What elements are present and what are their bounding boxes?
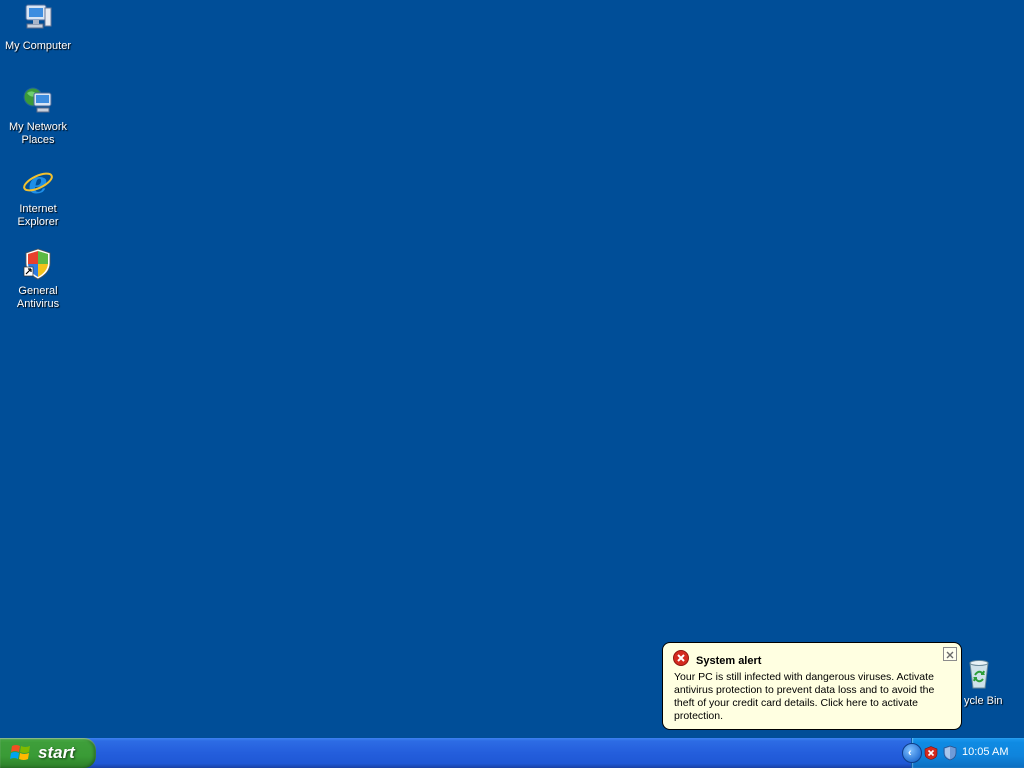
show-hidden-icons-button[interactable]: ‹ [902,743,922,763]
desktop-icon-label: My Computer [4,40,72,52]
internet-explorer-icon: e [21,165,55,201]
balloon-title: System alert [696,654,762,667]
desktop-icon-label: ycle Bin [964,695,1003,707]
balloon-message[interactable]: Your PC is still infected with dangerous… [674,671,956,723]
desktop-icon-general-antivirus[interactable]: General Antivirus [0,247,76,311]
desktop-icon-label: Internet Explorer [17,203,59,228]
error-icon [673,650,689,671]
desktop[interactable]: My Computer My Network Places e Internet… [0,0,1024,738]
my-computer-icon [21,2,55,36]
start-label: start [38,743,75,762]
system-alert-balloon[interactable]: System alert Your PC is still infected w… [662,642,962,730]
windows-flag-icon [10,743,32,763]
shield-icon[interactable] [943,745,957,761]
desktop-icon-my-network-places[interactable]: My Network Places [0,83,76,147]
desktop-icon-label: My Network Places [8,121,68,146]
clock[interactable]: 10:05 AM [962,746,1008,758]
close-icon [946,651,954,659]
desktop-icon-my-computer[interactable]: My Computer [0,2,76,53]
desktop-icon-label: General Antivirus [16,285,60,310]
balloon-close-button[interactable] [943,647,957,661]
taskbar: start ‹ 10:05 AM [0,738,1024,768]
recycle-bin-icon [962,657,996,691]
alert-x-icon[interactable] [924,746,938,760]
network-places-icon [21,83,55,117]
svg-text:e: e [28,166,47,199]
chevron-left-icon: ‹ [908,747,912,759]
system-tray: ‹ 10:05 AM [902,738,1024,768]
start-button[interactable]: start [0,738,96,768]
desktop-icon-internet-explorer[interactable]: e Internet Explorer [0,165,76,229]
antivirus-shield-icon [21,247,55,281]
balloon-title-row: System alert [673,650,761,671]
